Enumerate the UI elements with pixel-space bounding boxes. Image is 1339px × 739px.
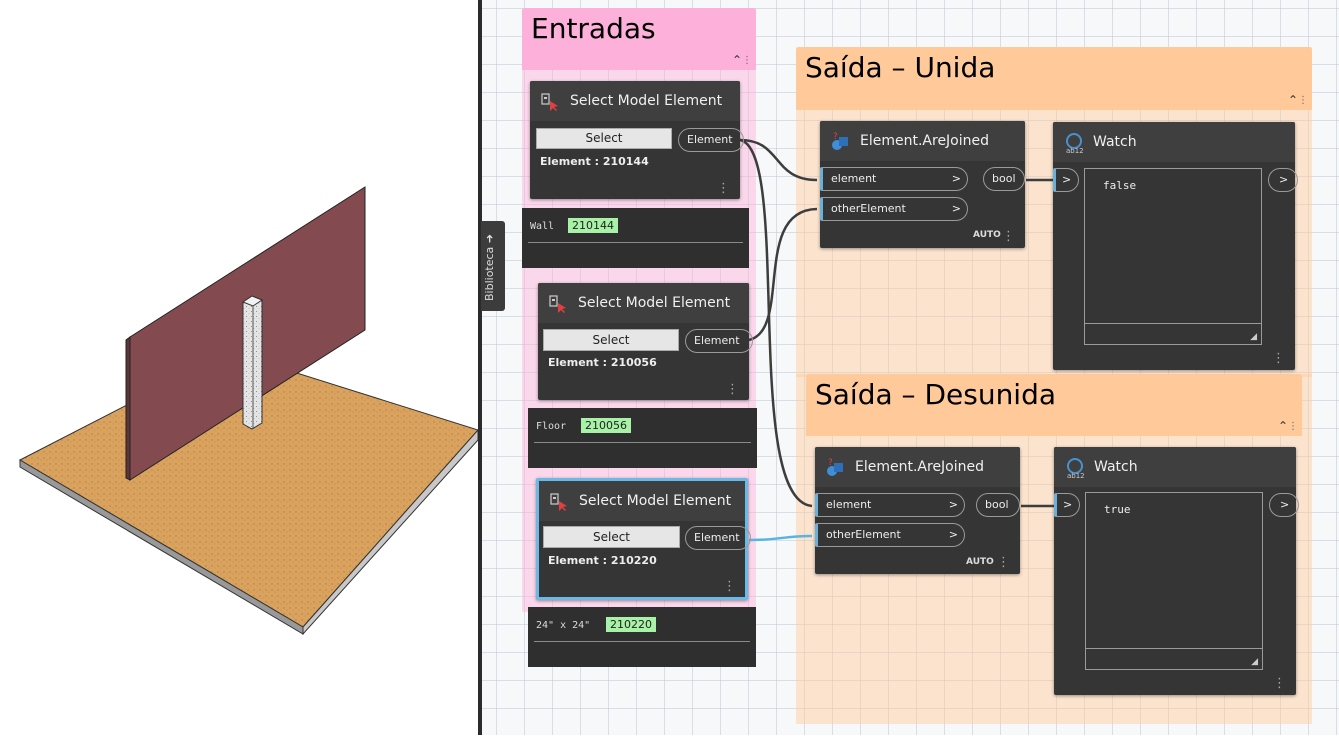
- arejoined-icon: ?: [827, 458, 843, 476]
- node-title: Watch: [1093, 134, 1137, 150]
- select-model-element-node[interactable]: Select Model Element Select Element Elem…: [530, 81, 744, 199]
- select-button[interactable]: Select: [543, 329, 679, 351]
- port-arrow-icon: >: [948, 528, 958, 541]
- node-title: Select Model Element: [578, 295, 731, 311]
- node-title: Select Model Element: [579, 493, 732, 509]
- input-port-otherelement[interactable]: otherElement >: [820, 197, 968, 221]
- input-port[interactable]: >: [1053, 168, 1079, 192]
- node-menu-icon[interactable]: ⋮: [717, 182, 730, 195]
- preview-type-label: Wall: [530, 221, 555, 232]
- wire-column-to-other2: [748, 534, 813, 542]
- port-arrow-icon: >: [951, 172, 961, 185]
- svg-text:ab12: ab12: [1067, 472, 1085, 479]
- node-title: Element.AreJoined: [855, 459, 985, 475]
- resize-grip-icon[interactable]: ◢: [1250, 332, 1257, 342]
- node-menu-icon[interactable]: ⋮: [997, 556, 1010, 569]
- output-port[interactable]: >: [1269, 493, 1299, 517]
- node-header[interactable]: Select Model Element: [530, 81, 740, 121]
- output-port[interactable]: >: [1268, 168, 1298, 192]
- model-3d-drawing: [18, 186, 479, 636]
- element-id-label: Element : 210144: [540, 155, 649, 168]
- wire-wall-to-element1: [739, 138, 818, 182]
- output-port-element[interactable]: Element: [678, 128, 744, 152]
- input-port-otherelement[interactable]: otherElement >: [815, 523, 965, 547]
- input-port[interactable]: >: [1054, 493, 1080, 517]
- output-port-element[interactable]: Element: [685, 329, 753, 353]
- node-header[interactable]: ab12 Watch: [1053, 122, 1295, 162]
- preview-element-id[interactable]: 210144: [568, 218, 618, 233]
- node-header[interactable]: Select Model Element: [539, 481, 745, 521]
- input-port-element[interactable]: element >: [820, 167, 968, 191]
- preview-separator: [534, 641, 750, 642]
- preview-type-label: Floor: [536, 421, 567, 432]
- node-header[interactable]: ab12 Watch: [1054, 447, 1296, 487]
- select-button[interactable]: Select: [543, 526, 680, 548]
- preview-element-id[interactable]: 210056: [581, 418, 631, 433]
- revit-3d-view[interactable]: [0, 0, 479, 735]
- wire-floor-to-other1: [748, 207, 818, 342]
- node-menu-icon[interactable]: ⋮: [726, 383, 739, 396]
- select-model-element-node[interactable]: Select Model Element Select Element Elem…: [538, 283, 753, 400]
- node-title: Watch: [1094, 459, 1138, 475]
- select-element-icon: [550, 493, 567, 511]
- node-header[interactable]: ? Element.AreJoined: [820, 121, 1025, 161]
- preview-type-label: 24" x 24": [536, 620, 591, 631]
- svg-text:?: ?: [833, 132, 838, 142]
- watch-output-area[interactable]: true ◢: [1085, 492, 1263, 670]
- node-header[interactable]: Select Model Element: [538, 283, 749, 323]
- element-id-label: Element : 210056: [548, 356, 657, 369]
- element-arejoined-node[interactable]: ? Element.AreJoined element > otherElemen…: [815, 447, 1020, 574]
- preview-element-id[interactable]: 210220: [606, 617, 656, 632]
- select-button[interactable]: Select: [536, 128, 672, 149]
- arrow-right-icon: ➜: [483, 233, 496, 244]
- watch-icon: ab12: [1067, 458, 1085, 479]
- node-menu-icon[interactable]: ⋮: [723, 580, 736, 593]
- watch-value: true: [1104, 503, 1131, 516]
- element-id-label: Element : 210220: [548, 554, 657, 567]
- node-menu-icon[interactable]: ⋮: [1002, 230, 1015, 243]
- watch-area-footer: [1085, 323, 1261, 324]
- preview-separator: [534, 442, 751, 443]
- lacing-label[interactable]: AUTO: [966, 557, 994, 567]
- select-element-icon: [541, 93, 558, 111]
- node-menu-icon[interactable]: ⋮: [1273, 677, 1286, 690]
- watch-output-area[interactable]: false ◢: [1084, 168, 1262, 345]
- node-title: Element.AreJoined: [860, 133, 990, 149]
- lacing-label[interactable]: AUTO: [973, 230, 1001, 240]
- port-arrow-icon: >: [951, 202, 961, 215]
- library-tab[interactable]: Biblioteca ➜: [481, 221, 505, 311]
- node-menu-icon[interactable]: ⋮: [1272, 352, 1285, 365]
- dynamo-graph-canvas[interactable]: Entradas ⌃ ⋮ Saída – Unida ⌃ ⋮ Saída – D…: [482, 0, 1339, 735]
- select-element-icon: [549, 295, 566, 313]
- watch-area-footer: [1086, 648, 1262, 649]
- svg-text:?: ?: [828, 458, 833, 468]
- node-title: Select Model Element: [570, 93, 723, 109]
- output-port-element[interactable]: Element: [685, 526, 751, 550]
- preview-separator: [528, 242, 743, 243]
- arejoined-icon: ?: [832, 132, 848, 150]
- select-model-element-node[interactable]: Select Model Element Select Element Elem…: [536, 478, 751, 600]
- input-port-element[interactable]: element >: [815, 493, 965, 517]
- port-arrow-icon: >: [948, 498, 958, 511]
- output-port-bool[interactable]: bool: [983, 167, 1025, 191]
- svg-text:ab12: ab12: [1066, 147, 1084, 154]
- watch-node[interactable]: ab12 Watch > true ◢ > ⋮: [1054, 447, 1299, 695]
- library-label: Biblioteca: [483, 246, 496, 301]
- node-preview-bubble[interactable]: Wall 210144: [522, 208, 749, 268]
- element-arejoined-node[interactable]: ? Element.AreJoined element > otherElemen…: [820, 121, 1025, 248]
- node-preview-bubble[interactable]: 24" x 24" 210220: [528, 607, 756, 667]
- watch-icon: ab12: [1066, 133, 1084, 154]
- node-header[interactable]: ? Element.AreJoined: [815, 447, 1020, 487]
- resize-grip-icon[interactable]: ◢: [1251, 657, 1258, 667]
- library-tab-label: Biblioteca ➜: [483, 234, 496, 301]
- watch-node[interactable]: ab12 Watch > false ◢ > ⋮: [1053, 122, 1298, 370]
- node-preview-bubble[interactable]: Floor 210056: [528, 408, 757, 468]
- watch-value: false: [1103, 179, 1137, 192]
- output-port-bool[interactable]: bool: [976, 493, 1020, 517]
